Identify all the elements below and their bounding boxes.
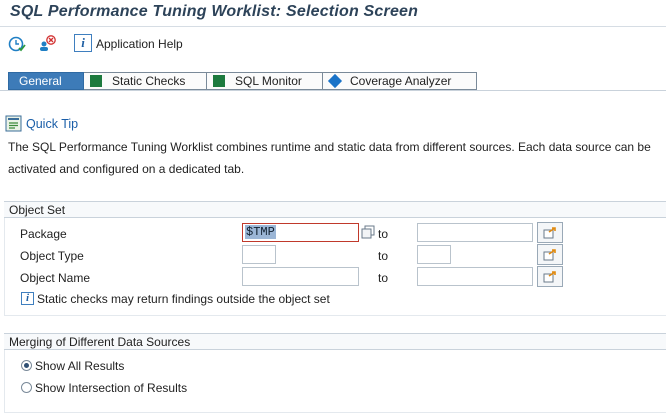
object-name-multiple-selection-button[interactable] <box>537 266 563 287</box>
tab-strip-divider <box>0 90 666 91</box>
delete-button[interactable] <box>36 33 58 55</box>
package-multiple-selection-button[interactable] <box>537 222 563 243</box>
tab-label: SQL Monitor <box>235 74 302 88</box>
help-label[interactable]: Application Help <box>96 35 183 53</box>
object-set-header: Object Set <box>4 201 666 218</box>
object-type-label: Object Type <box>20 249 84 263</box>
object-type-from-input[interactable] <box>242 245 276 264</box>
execute-button[interactable] <box>6 33 28 55</box>
package-to-input[interactable] <box>417 223 533 242</box>
green-square-icon <box>90 75 102 87</box>
tab-static-checks[interactable]: Static Checks <box>84 72 207 90</box>
object-name-from-input[interactable] <box>242 267 359 286</box>
quick-tip-icon[interactable] <box>5 115 22 132</box>
page-title: SQL Performance Tuning Worklist: Selecti… <box>10 3 419 20</box>
clock-check-icon <box>8 36 26 52</box>
tab-general[interactable]: General <box>8 72 84 90</box>
quick-tip-link[interactable]: Quick Tip <box>26 116 78 132</box>
show-intersection-label[interactable]: Show Intersection of Results <box>35 379 187 397</box>
tab-label: Coverage Analyzer <box>350 74 452 88</box>
object-set-info-text: Static checks may return findings outsid… <box>37 292 330 306</box>
package-from-value: $TMP <box>245 225 276 239</box>
person-delete-icon <box>40 35 56 51</box>
help-button[interactable]: i <box>74 34 92 52</box>
radio-selected-dot <box>24 363 29 368</box>
package-label: Package <box>20 227 67 241</box>
quick-tip-text: The SQL Performance Tuning Worklist comb… <box>8 140 651 176</box>
tab-coverage-analyzer[interactable]: Coverage Analyzer <box>323 72 477 90</box>
object-type-to-label: to <box>378 249 389 263</box>
object-type-multiple-selection-button[interactable] <box>537 244 563 265</box>
arrow-right-icon <box>543 248 556 260</box>
show-all-results-label[interactable]: Show All Results <box>35 357 124 375</box>
tab-label: Static Checks <box>112 74 186 88</box>
show-all-results-radio[interactable] <box>21 360 32 371</box>
blue-diamond-icon <box>327 73 343 89</box>
info-icon: i <box>21 292 34 305</box>
tab-label: General <box>19 74 62 88</box>
arrow-right-icon <box>543 270 556 282</box>
green-square-icon <box>213 75 225 87</box>
object-name-label: Object Name <box>20 271 91 285</box>
object-type-to-input[interactable] <box>417 245 451 264</box>
tab-sql-monitor[interactable]: SQL Monitor <box>207 72 323 90</box>
object-set-title: Object Set <box>9 203 66 217</box>
package-to-label: to <box>378 227 389 241</box>
show-intersection-radio[interactable] <box>21 382 32 393</box>
title-divider <box>0 26 666 27</box>
multiple-selection-icon[interactable] <box>361 225 375 239</box>
info-icon: i <box>81 35 85 50</box>
merging-header: Merging of Different Data Sources <box>4 333 666 350</box>
object-name-to-label: to <box>378 271 389 285</box>
merging-title: Merging of Different Data Sources <box>9 335 191 349</box>
arrow-right-icon <box>543 226 556 238</box>
object-name-to-input[interactable] <box>417 267 533 286</box>
package-from-input[interactable]: $TMP <box>242 223 359 242</box>
